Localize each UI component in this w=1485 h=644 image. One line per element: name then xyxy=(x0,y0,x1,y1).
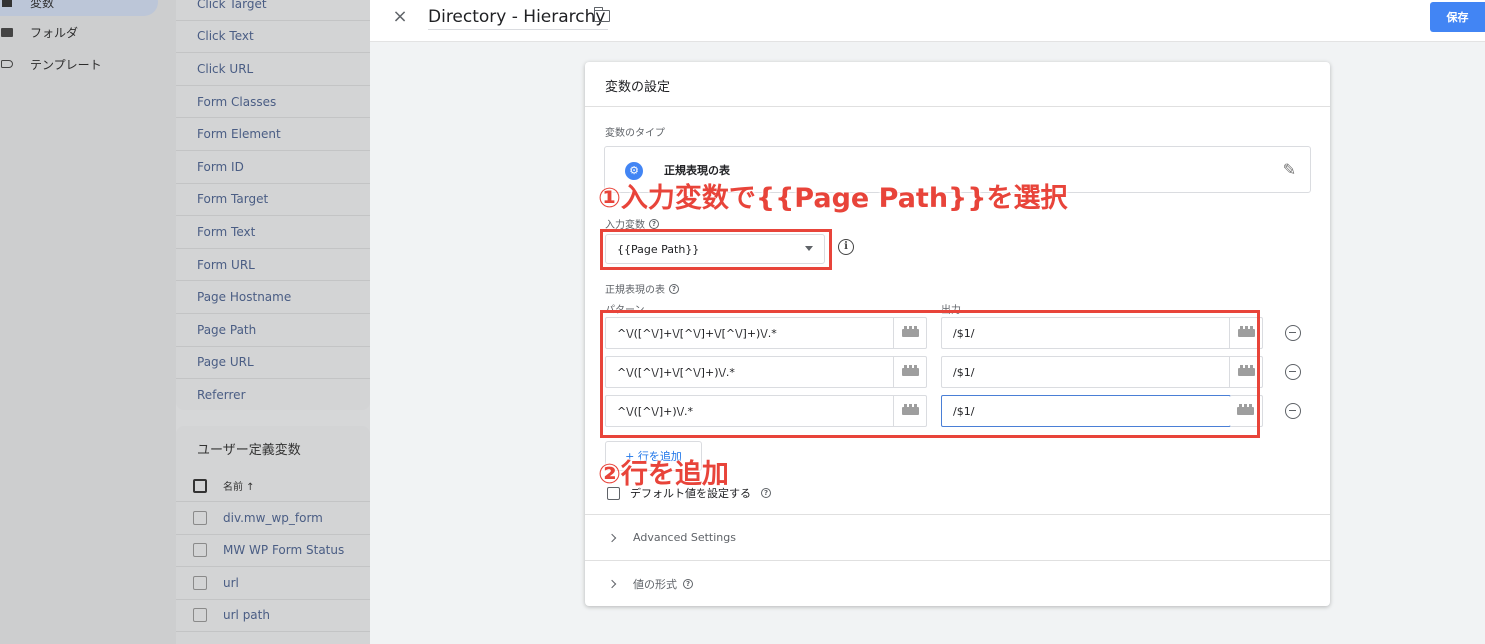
row-checkbox[interactable] xyxy=(193,510,207,525)
help-icon[interactable]: ? xyxy=(761,488,771,498)
regex-table-label-text: 正規表現の表 xyxy=(605,285,665,296)
list-item[interactable]: Page URL xyxy=(176,347,370,380)
advanced-settings-label: Advanced Settings xyxy=(633,531,736,544)
remove-row-icon[interactable] xyxy=(1285,325,1301,341)
list-item[interactable]: Form Classes xyxy=(176,86,370,119)
table-row[interactable]: div.mw_wp_form xyxy=(176,502,370,535)
folder-icon[interactable] xyxy=(593,7,610,22)
builtin-variables-list: Click Target Click Text Click URL Form C… xyxy=(176,0,370,410)
row-name[interactable]: MW WP Form Status xyxy=(223,543,344,557)
select-all-checkbox[interactable] xyxy=(193,478,207,493)
advanced-settings-section[interactable]: Advanced Settings xyxy=(585,514,1330,560)
value-format-section[interactable]: 値の形式 ? xyxy=(585,560,1330,606)
row-name[interactable]: div.mw_wp_form xyxy=(223,511,323,525)
list-item[interactable]: Click Text xyxy=(176,21,370,54)
pencil-icon[interactable]: ✎ xyxy=(1283,160,1296,179)
close-icon[interactable]: × xyxy=(390,5,410,29)
annotation-step2: ②行を追加 xyxy=(598,459,729,490)
table-row[interactable]: url path xyxy=(176,600,370,632)
regex-table-label: 正規表現の表 ? xyxy=(605,281,679,296)
row-checkbox[interactable] xyxy=(193,575,207,590)
row-checkbox[interactable] xyxy=(193,608,207,623)
folder-icon xyxy=(0,27,14,37)
annotation-box-regex-rows xyxy=(600,310,1260,438)
row-name[interactable]: url xyxy=(223,576,239,590)
user-variables-card: ユーザー定義変数 名前 ↑ div.mw_wp_form MW WP Form … xyxy=(176,426,370,644)
row-checkbox[interactable] xyxy=(193,543,207,558)
list-item[interactable]: Referrer xyxy=(176,379,370,412)
help-icon[interactable]: ? xyxy=(649,218,659,229)
user-variables-title: ユーザー定義変数 xyxy=(197,442,301,458)
list-item[interactable]: Form ID xyxy=(176,151,370,184)
type-label-text: 変数のタイプ xyxy=(605,128,665,139)
save-button[interactable]: 保存 xyxy=(1430,2,1485,32)
type-label: 変数のタイプ xyxy=(605,124,665,139)
list-item[interactable]: Form URL xyxy=(176,249,370,282)
variable-name-input[interactable]: Directory - Hierarchy xyxy=(428,4,609,30)
list-item[interactable]: Form Text xyxy=(176,216,370,249)
nav-item-templates[interactable]: テンプレート xyxy=(0,50,158,78)
nav-item-folders[interactable]: フォルダ xyxy=(0,18,158,46)
list-item[interactable]: Page Path xyxy=(176,314,370,347)
table-row[interactable]: url xyxy=(176,567,370,600)
editor-topbar: × Directory - Hierarchy 保存 xyxy=(370,0,1485,42)
chevron-right-icon xyxy=(607,579,617,588)
divider xyxy=(585,106,1330,107)
list-item[interactable]: Page Hostname xyxy=(176,281,370,314)
row-name[interactable]: url path xyxy=(223,608,270,622)
name-column-header[interactable]: 名前 ↑ xyxy=(223,478,255,493)
table-header: 名前 ↑ xyxy=(176,470,370,502)
annotation-box-input-variable xyxy=(600,229,832,270)
nav-item-label: 変数 xyxy=(30,0,55,10)
list-item[interactable]: Form Element xyxy=(176,118,370,151)
help-icon[interactable]: ? xyxy=(683,578,693,589)
info-icon[interactable]: i xyxy=(838,239,854,255)
value-format-label: 値の形式 xyxy=(633,577,677,591)
variables-icon xyxy=(0,0,14,7)
list-item[interactable]: Click Target xyxy=(176,0,370,21)
nav-item-label: テンプレート xyxy=(30,57,102,72)
list-item[interactable]: Click URL xyxy=(176,53,370,86)
chevron-right-icon xyxy=(607,533,617,542)
remove-row-icon[interactable] xyxy=(1285,403,1301,419)
template-tag-icon xyxy=(0,60,14,68)
left-nav: 変数 フォルダ テンプレート xyxy=(0,0,176,644)
nav-item-label: フォルダ xyxy=(30,25,79,40)
list-item[interactable]: Form Target xyxy=(176,184,370,217)
remove-row-icon[interactable] xyxy=(1285,364,1301,380)
table-row[interactable]: MW WP Form Status xyxy=(176,535,370,567)
help-icon[interactable]: ? xyxy=(669,283,679,294)
nav-item-variables[interactable]: 変数 xyxy=(0,0,158,16)
card-title: 変数の設定 xyxy=(605,80,671,95)
annotation-step1: ①入力変数で{{Page Path}}を選択 xyxy=(598,183,1068,214)
